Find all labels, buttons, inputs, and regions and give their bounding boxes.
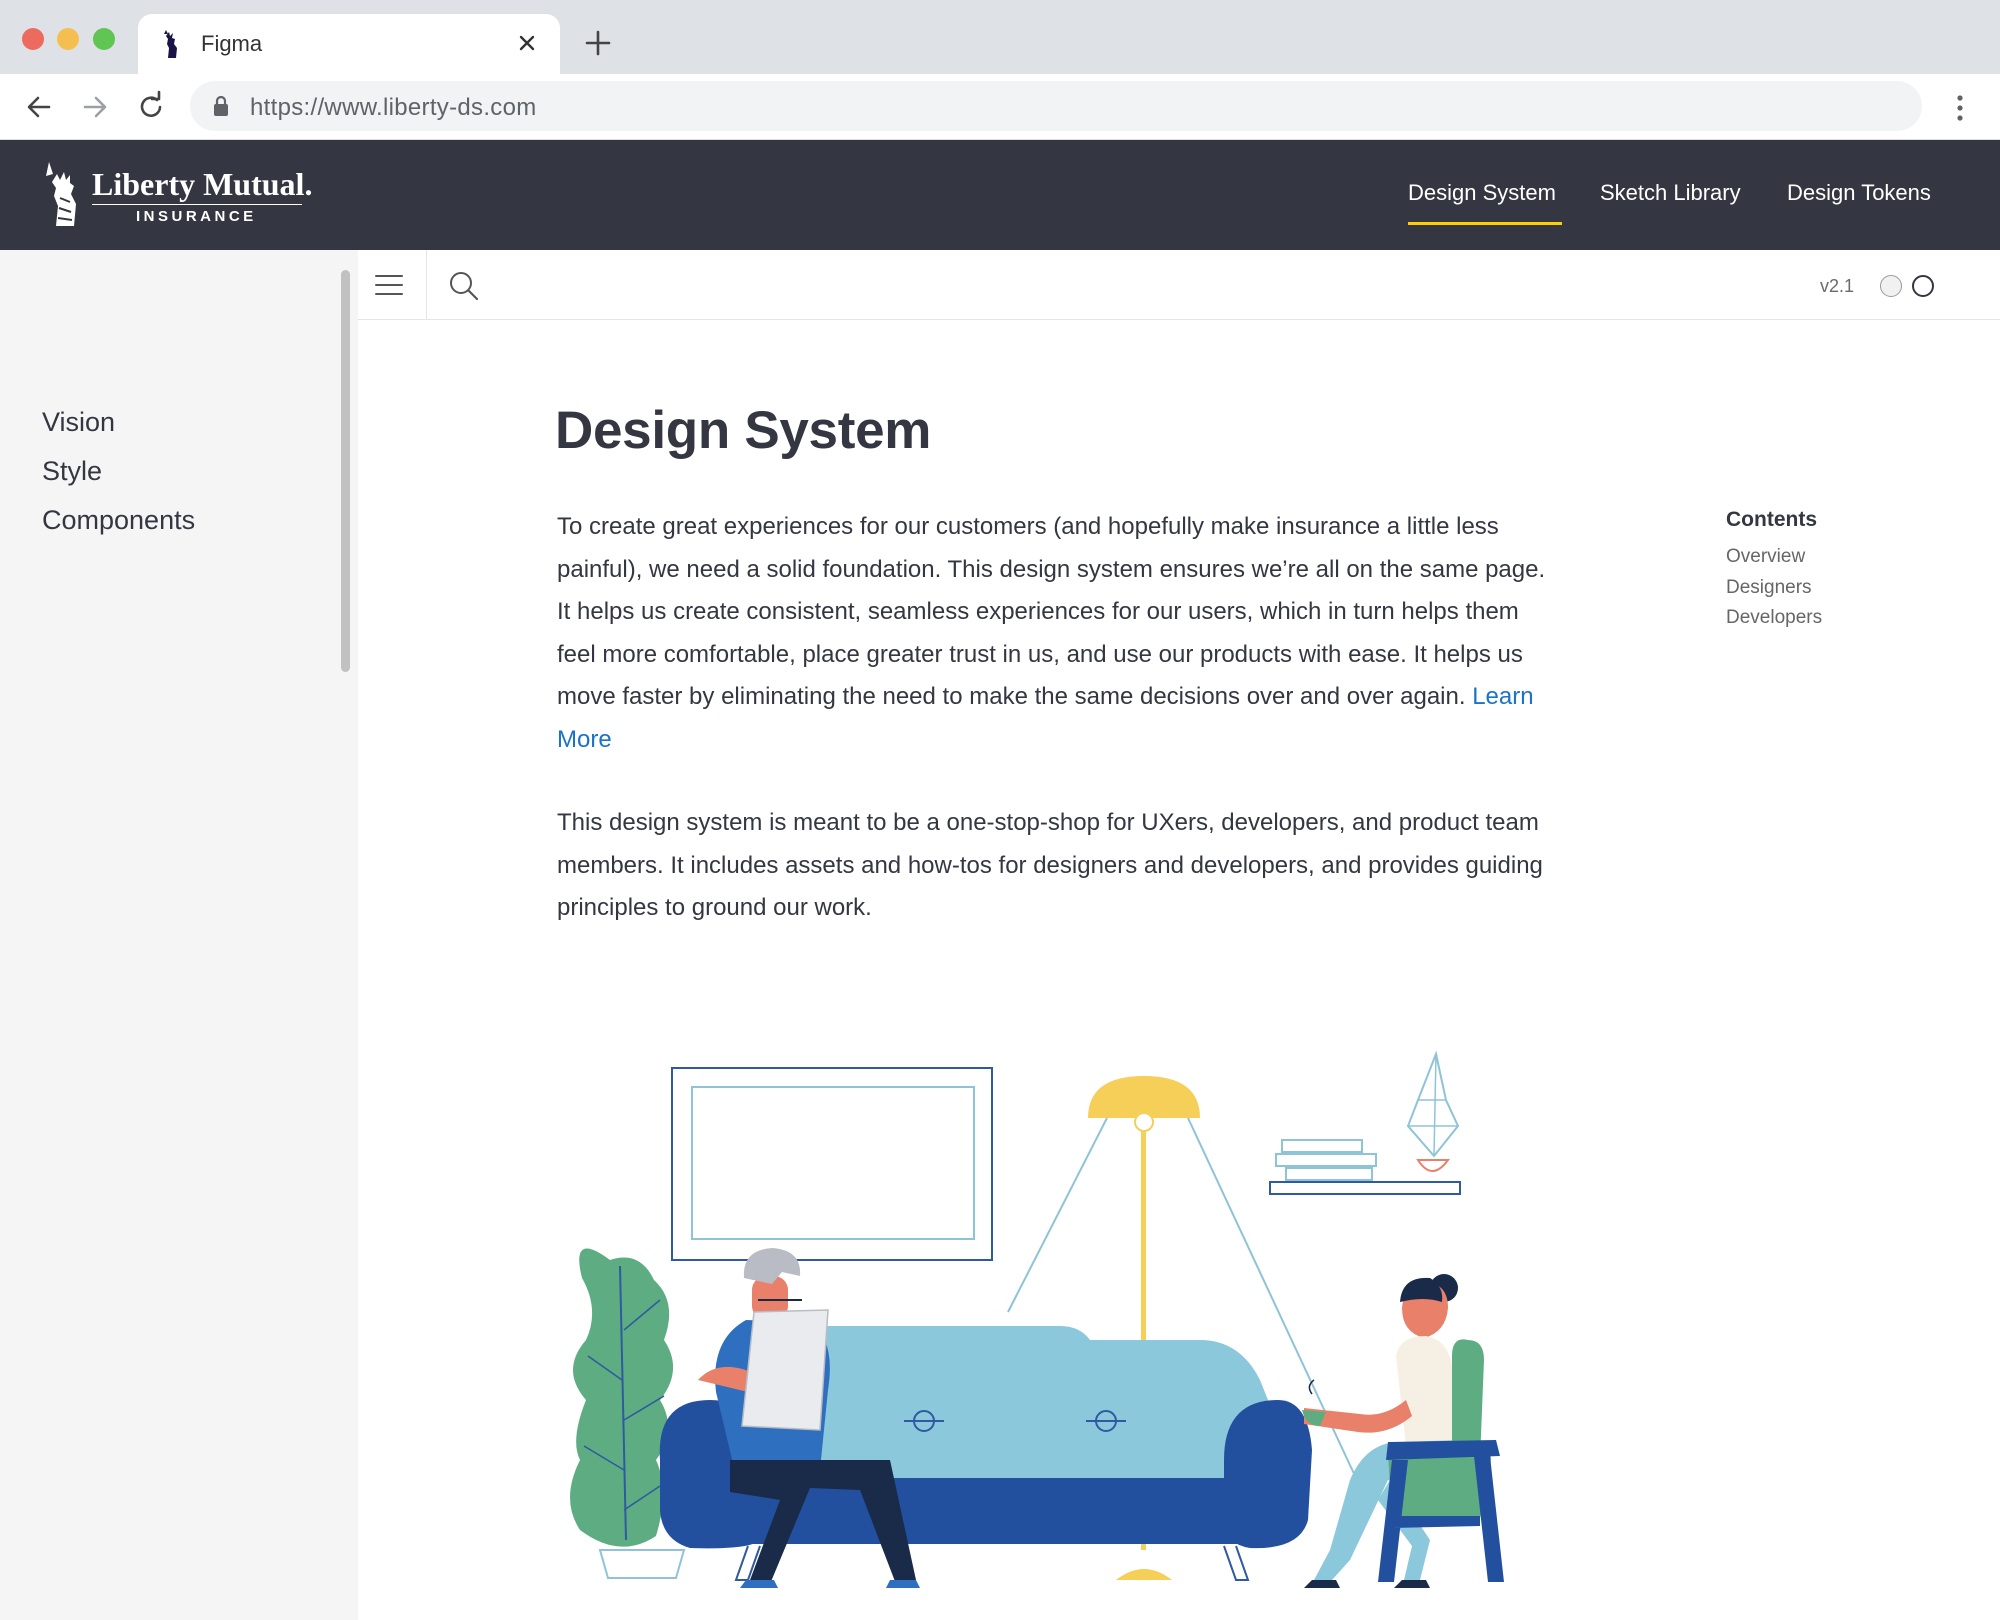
back-arrow-icon[interactable] [22, 90, 56, 124]
logo-wordmark: Liberty Mutual. [92, 166, 313, 202]
wall-shelf [1269, 1050, 1461, 1195]
url-text: https://www.liberty-ds.com [250, 94, 537, 121]
lock-icon [214, 95, 228, 116]
browser-tab[interactable]: Figma [138, 14, 560, 74]
contents-heading: Contents [1726, 508, 1817, 531]
liberty-mutual-logo[interactable]: Liberty Mutual. INSURANCE [40, 158, 313, 230]
second-paragraph: This design system is meant to be a one-… [557, 809, 1543, 921]
living-room-illustration [570, 1050, 1504, 1588]
nav-sketch-library[interactable]: Sketch Library [1600, 180, 1741, 206]
tab-title: Figma [201, 31, 263, 56]
nav-design-system[interactable]: Design System [1408, 180, 1556, 206]
liberty-statue-icon [164, 30, 177, 58]
statue-of-liberty-icon [46, 162, 76, 226]
window-zoom-button[interactable] [93, 28, 115, 50]
active-nav-indicator [1408, 222, 1562, 225]
site-header: Liberty Mutual. INSURANCE Design System … [0, 140, 2000, 250]
sidebar: Vision Style Components [0, 250, 358, 1620]
picture-frame [671, 1067, 993, 1261]
sidebar-item-components[interactable]: Components [42, 505, 195, 536]
logo-subtitle: INSURANCE [136, 208, 257, 225]
sidebar-scrollbar[interactable] [341, 270, 350, 672]
close-tab-icon[interactable] [512, 28, 542, 58]
utility-divider [426, 250, 427, 320]
url-field[interactable]: https://www.liberty-ds.com [190, 81, 1922, 131]
search-icon[interactable] [448, 270, 480, 302]
hamburger-menu-icon[interactable] [374, 272, 404, 298]
logo-divider [92, 204, 302, 205]
window-minimize-button[interactable] [57, 28, 79, 50]
page-title: Design System [555, 401, 932, 460]
contents-item-developers[interactable]: Developers [1726, 607, 1822, 629]
browser-tab-bar: Figma [0, 0, 2000, 74]
contents-item-designers[interactable]: Designers [1726, 577, 1812, 599]
browser-address-bar: https://www.liberty-ds.com [0, 74, 2000, 140]
intro-text: To create great experiences for our cust… [557, 513, 1546, 710]
utility-bar: v2.1 [358, 250, 2000, 320]
forward-arrow-icon[interactable] [78, 90, 112, 124]
reload-icon[interactable] [134, 90, 168, 124]
version-label: v2.1 [1820, 276, 1855, 296]
nav-design-tokens[interactable]: Design Tokens [1787, 180, 1931, 206]
sidebar-item-vision[interactable]: Vision [42, 407, 115, 438]
window-close-button[interactable] [22, 28, 44, 50]
intro-paragraph: To create great experiences for our cust… [557, 506, 1557, 761]
new-tab-icon[interactable] [582, 27, 614, 59]
sidebar-item-style[interactable]: Style [42, 456, 102, 487]
light-theme-toggle[interactable] [1880, 275, 1902, 297]
contents-item-overview[interactable]: Overview [1726, 546, 1805, 568]
more-options-icon[interactable] [1950, 92, 1970, 124]
dark-theme-toggle[interactable] [1912, 275, 1934, 297]
